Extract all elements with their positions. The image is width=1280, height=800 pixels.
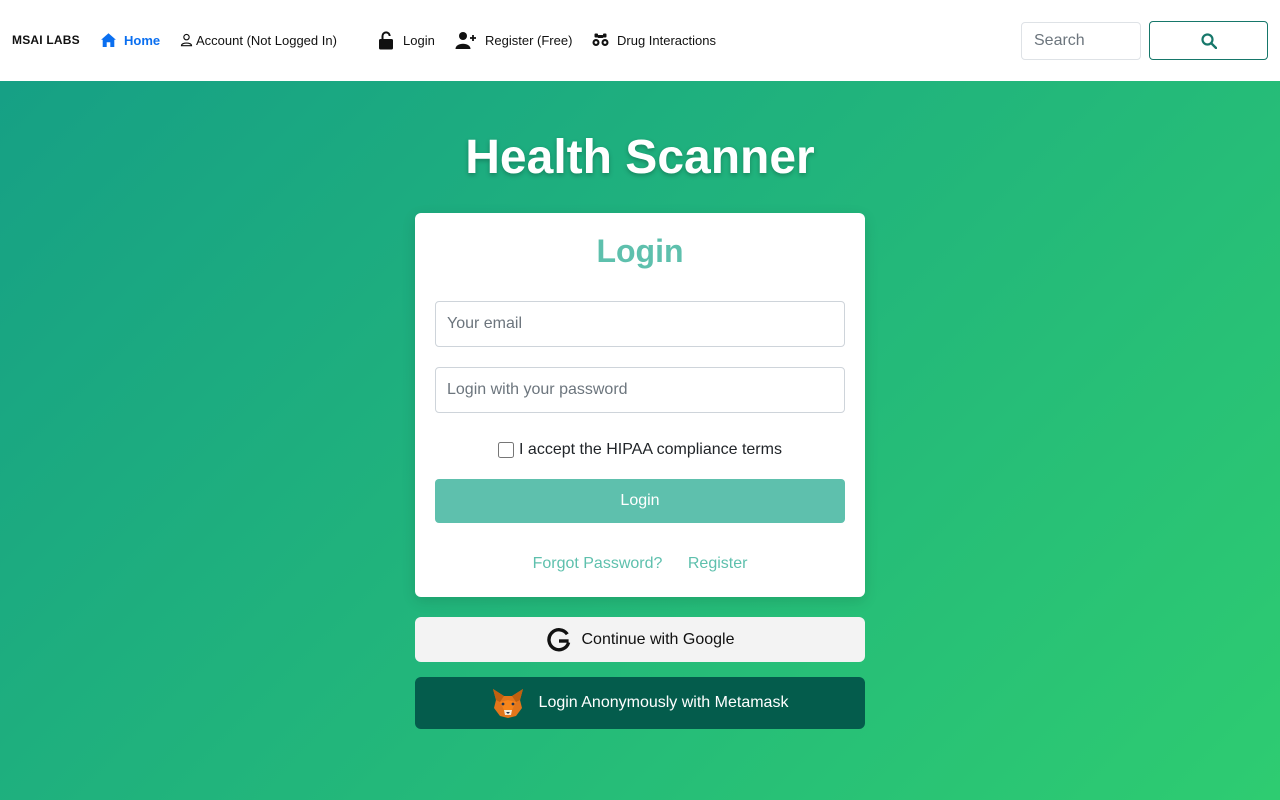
binoculars-icon [592, 33, 609, 46]
page-title: Health Scanner [465, 131, 815, 184]
email-field[interactable] [435, 301, 845, 347]
terms-row: I accept the HIPAA compliance terms [415, 441, 865, 459]
nav-item-login[interactable]: Login [378, 29, 435, 51]
brand-logo[interactable]: MSAI LABS [12, 33, 80, 47]
terms-label: I accept the HIPAA compliance terms [519, 441, 782, 458]
nav-item-register[interactable]: Register (Free) [455, 29, 572, 51]
google-button-label: Continue with Google [581, 630, 735, 648]
search-input[interactable] [1021, 22, 1141, 60]
google-g-icon [546, 627, 570, 651]
hipaa-terms-checkbox[interactable] [498, 442, 515, 458]
person-plus-icon [455, 31, 476, 49]
login-card-title: Login [596, 233, 684, 269]
card-links: Forgot Password? Register [415, 555, 865, 573]
house-icon [101, 33, 116, 47]
nav-item-drug-interactions[interactable]: Drug Interactions [592, 29, 716, 51]
register-link[interactable]: Register [688, 555, 748, 572]
hero-section: Health Scanner Login I accept the HIPAA … [0, 81, 1280, 800]
google-login-button[interactable]: Continue with Google [415, 617, 865, 662]
nav-item-label: Account (Not Logged In) [196, 32, 337, 48]
password-field[interactable] [435, 367, 845, 413]
metamask-fox-icon [492, 689, 523, 718]
metamask-login-button[interactable]: Login Anonymously with Metamask [415, 677, 865, 729]
login-button[interactable]: Login [435, 479, 845, 523]
nav-item-label: Login [403, 32, 435, 48]
person-icon [180, 33, 193, 47]
search-button[interactable] [1149, 21, 1268, 60]
metamask-button-label: Login Anonymously with Metamask [538, 694, 789, 711]
login-card: Login I accept the HIPAA compliance term… [415, 213, 865, 597]
nav-item-account[interactable]: Account (Not Logged In) [180, 29, 337, 51]
nav-item-label: Home [124, 32, 161, 48]
top-navbar: MSAI LABS Home Account (Not Logged In) L… [0, 0, 1280, 81]
nav-item-home[interactable]: Home [100, 29, 160, 51]
nav-item-label: Register (Free) [485, 32, 573, 48]
unlock-icon [379, 30, 393, 49]
nav-item-label: Drug Interactions [617, 32, 716, 48]
forgot-password-link[interactable]: Forgot Password? [533, 555, 663, 572]
search-icon [1200, 32, 1217, 49]
